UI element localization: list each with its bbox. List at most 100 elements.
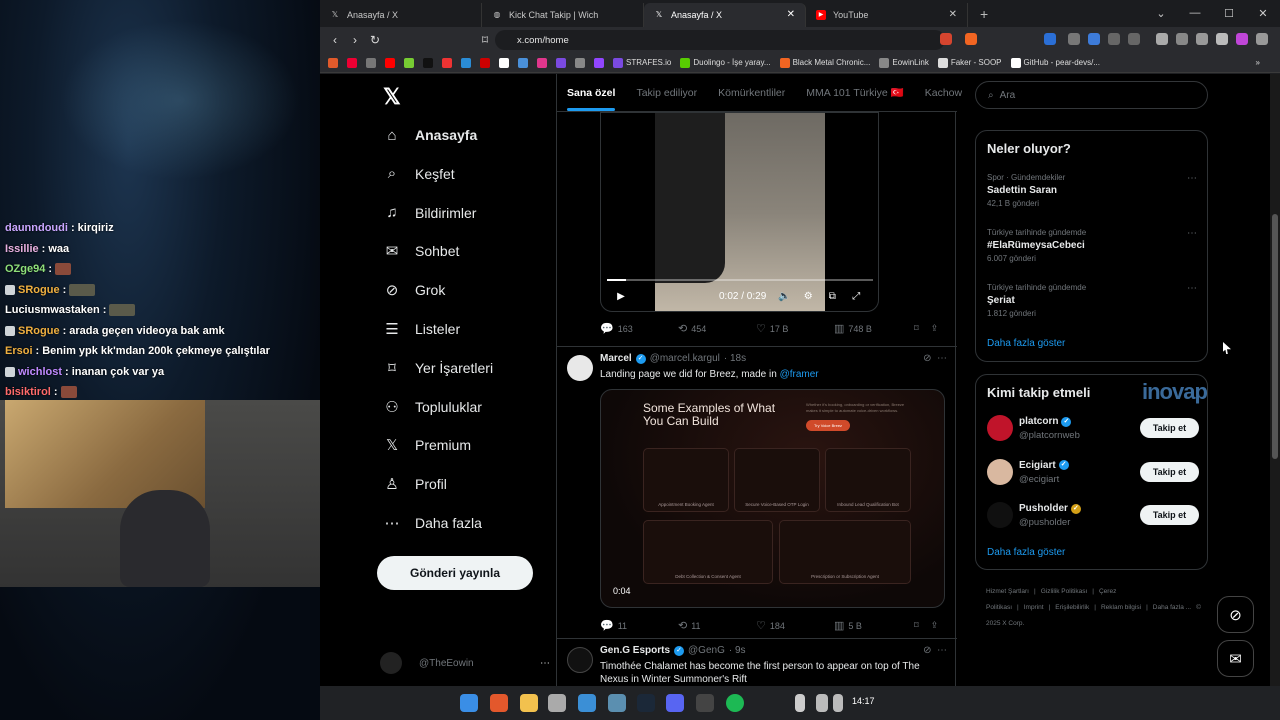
maximize-button[interactable]: ☐ — [1212, 0, 1246, 26]
x-logo-icon[interactable]: 𝕏 — [383, 84, 401, 110]
volume-icon[interactable] — [833, 694, 843, 712]
tweet-media-card[interactable]: Some Examples of What You Can Build Whet… — [600, 389, 945, 608]
avatar[interactable] — [567, 355, 593, 381]
follow-button[interactable]: Takip et — [1140, 461, 1199, 482]
trend-item[interactable]: Türkiye tarihinde gündemde #ElaRümeysaCeb… — [987, 228, 1197, 263]
play-icon[interactable]: ▶ — [609, 291, 633, 302]
close-icon[interactable]: ✕ — [787, 9, 795, 20]
back-icon[interactable]: ‹ — [325, 33, 345, 47]
feed-tab[interactable]: Kömürkentliler — [718, 87, 785, 99]
close-button[interactable]: ✕ — [1246, 0, 1280, 26]
fullscreen-icon[interactable]: ⤢ — [844, 291, 868, 302]
wallet-icon[interactable] — [1176, 33, 1188, 45]
new-tab-icon[interactable]: + — [980, 6, 988, 22]
video-progress[interactable] — [607, 279, 873, 281]
reply-button[interactable]: 💬 163 — [600, 322, 678, 335]
chevron-right-icon[interactable]: » — [1256, 58, 1260, 67]
bookmark-favicon-icon[interactable] — [366, 57, 376, 68]
scrollbar[interactable] — [1270, 74, 1280, 686]
trend-item[interactable]: Türkiye tarihinde gündemde Şeriat 1.812 gö… — [987, 283, 1197, 318]
bookmark-item[interactable]: Faker - SOOP — [937, 57, 1002, 68]
folder-icon[interactable] — [520, 694, 538, 712]
trend-item[interactable]: Spor · Gündemdekiler Sadettin Saran 42,1 B… — [987, 173, 1197, 208]
tweet-time[interactable]: · 9s — [729, 645, 746, 656]
spotify-icon[interactable] — [726, 694, 744, 712]
nav-item-ke-fet[interactable]: ⌕ Keşfet — [383, 163, 455, 185]
like-button[interactable]: ♡ 184 — [756, 619, 834, 632]
bookmark-favicon-icon[interactable] — [404, 57, 414, 68]
nav-item-listeler[interactable]: ☰ Listeler — [383, 318, 460, 340]
browser-tab[interactable]: ▶ YouTube ✕ — [806, 2, 968, 27]
avatar[interactable] — [567, 647, 593, 673]
bookmark-favicon-icon[interactable] — [442, 57, 452, 68]
brave-icon[interactable] — [490, 694, 508, 712]
browser-tab[interactable]: ◍ Kick Chat Takip | Wich — [482, 2, 644, 27]
show-more-link[interactable]: Daha fazla göster — [987, 338, 1065, 349]
bookmark-item[interactable]: EowinLink — [879, 57, 929, 68]
leo-icon[interactable] — [1236, 33, 1248, 45]
feed-tab[interactable]: Sana özel — [567, 87, 616, 111]
bookmark-favicon-icon[interactable] — [537, 57, 547, 68]
grok-icon[interactable]: ⊘ — [1217, 596, 1254, 633]
more-icon[interactable]: ⋯ — [1187, 173, 1197, 184]
nav-item-premium[interactable]: 𝕏 Premium — [383, 434, 471, 456]
share-icon[interactable]: ⇪ — [931, 620, 939, 631]
account-switcher[interactable]: @TheEowin ⋯ — [380, 652, 550, 674]
views-button[interactable]: ▥ 5 B — [834, 619, 912, 632]
forward-icon[interactable]: › — [345, 33, 365, 47]
footer-link[interactable]: Erişilebilirlik — [1055, 604, 1089, 611]
show-more-link[interactable]: Daha fazla göster — [987, 547, 1065, 558]
sidebar-icon[interactable] — [1156, 33, 1168, 45]
nav-item-yer-i-aretleri[interactable]: ⌑ Yer İşaretleri — [383, 357, 493, 379]
nav-item-profil[interactable]: ♙ Profil — [383, 473, 447, 495]
windows-start-icon[interactable] — [460, 694, 478, 712]
more-icon[interactable]: ⊘ ⋯ — [923, 645, 947, 656]
views-button[interactable]: ▥ 748 B — [834, 322, 912, 335]
bookmark-favicon-icon[interactable] — [385, 57, 395, 68]
nav-item-sohbet[interactable]: ✉ Sohbet — [383, 240, 460, 262]
bookmark-icon[interactable]: ⌑ — [914, 323, 919, 334]
chevron-down-icon[interactable]: ⌄ — [1144, 0, 1178, 26]
suggested-account[interactable]: Pusholder ✓ @pusholder Takip et — [987, 500, 1199, 532]
footer-link[interactable]: Daha fazla ... — [1153, 604, 1191, 611]
extension-icon[interactable] — [1108, 33, 1120, 45]
bookmark-favicon-icon[interactable] — [499, 57, 509, 68]
extension-icon[interactable] — [1088, 33, 1100, 45]
reload-icon[interactable]: ↻ — [365, 33, 385, 47]
avatar[interactable] — [987, 502, 1013, 528]
like-button[interactable]: ♡ 17 B — [756, 322, 834, 335]
bookmark-favicon-icon[interactable] — [575, 57, 585, 68]
tweet[interactable]: Marcel ✓ @marcel.kargul · 18s ⊘ ⋯ Landin… — [557, 346, 957, 638]
app-icon[interactable] — [608, 694, 626, 712]
mention-link[interactable]: @framer — [780, 369, 819, 380]
follow-button[interactable]: Takip et — [1140, 505, 1199, 525]
menu-icon[interactable] — [1256, 33, 1268, 45]
steam-icon[interactable] — [637, 694, 655, 712]
footer-link[interactable]: Gizlilik Politikası — [1041, 588, 1088, 595]
browser-tab[interactable]: 𝕏 Anasayfa / X — [320, 2, 482, 27]
footer-link[interactable]: Imprint — [1024, 604, 1044, 611]
bookmark-favicon-icon[interactable] — [328, 57, 338, 68]
bookmark-item[interactable]: STRAFES.io — [613, 57, 671, 68]
clock[interactable]: 14:17 — [852, 696, 875, 706]
bookmark-favicon-icon[interactable] — [347, 57, 357, 68]
bookmark-favicon-icon[interactable] — [461, 57, 471, 68]
nav-item-grok[interactable]: ⊘ Grok — [383, 279, 446, 301]
post-button[interactable]: Gönderi yayınla — [377, 556, 533, 590]
nav-item-anasayfa[interactable]: ⌂ Anasayfa — [383, 124, 477, 146]
footer-link[interactable]: Hizmet Şartları — [986, 588, 1029, 595]
feed-tab[interactable]: Takip ediliyor — [636, 87, 697, 99]
author-name[interactable]: Gen.G Esports — [600, 645, 670, 656]
tweet-time[interactable]: · 18s — [724, 353, 746, 364]
bookmark-item[interactable]: Duolingo - İşe yaray... — [680, 57, 771, 68]
vpn-icon[interactable] — [1196, 33, 1208, 45]
close-icon[interactable]: ✕ — [949, 9, 957, 20]
nav-item-topluluklar[interactable]: ⚇ Topluluklar — [383, 396, 482, 418]
bookmark-item[interactable]: Black Metal Chronic... — [779, 57, 870, 68]
brave-shield-icon[interactable] — [940, 33, 952, 45]
bookmark-favicon-icon[interactable] — [556, 57, 566, 68]
avatar[interactable] — [987, 415, 1013, 441]
suggested-account[interactable]: platcorn ✓ @platcornweb Takip et — [987, 413, 1199, 445]
minimize-button[interactable]: — — [1178, 0, 1212, 26]
pip-icon[interactable]: ⧉ — [820, 291, 844, 302]
